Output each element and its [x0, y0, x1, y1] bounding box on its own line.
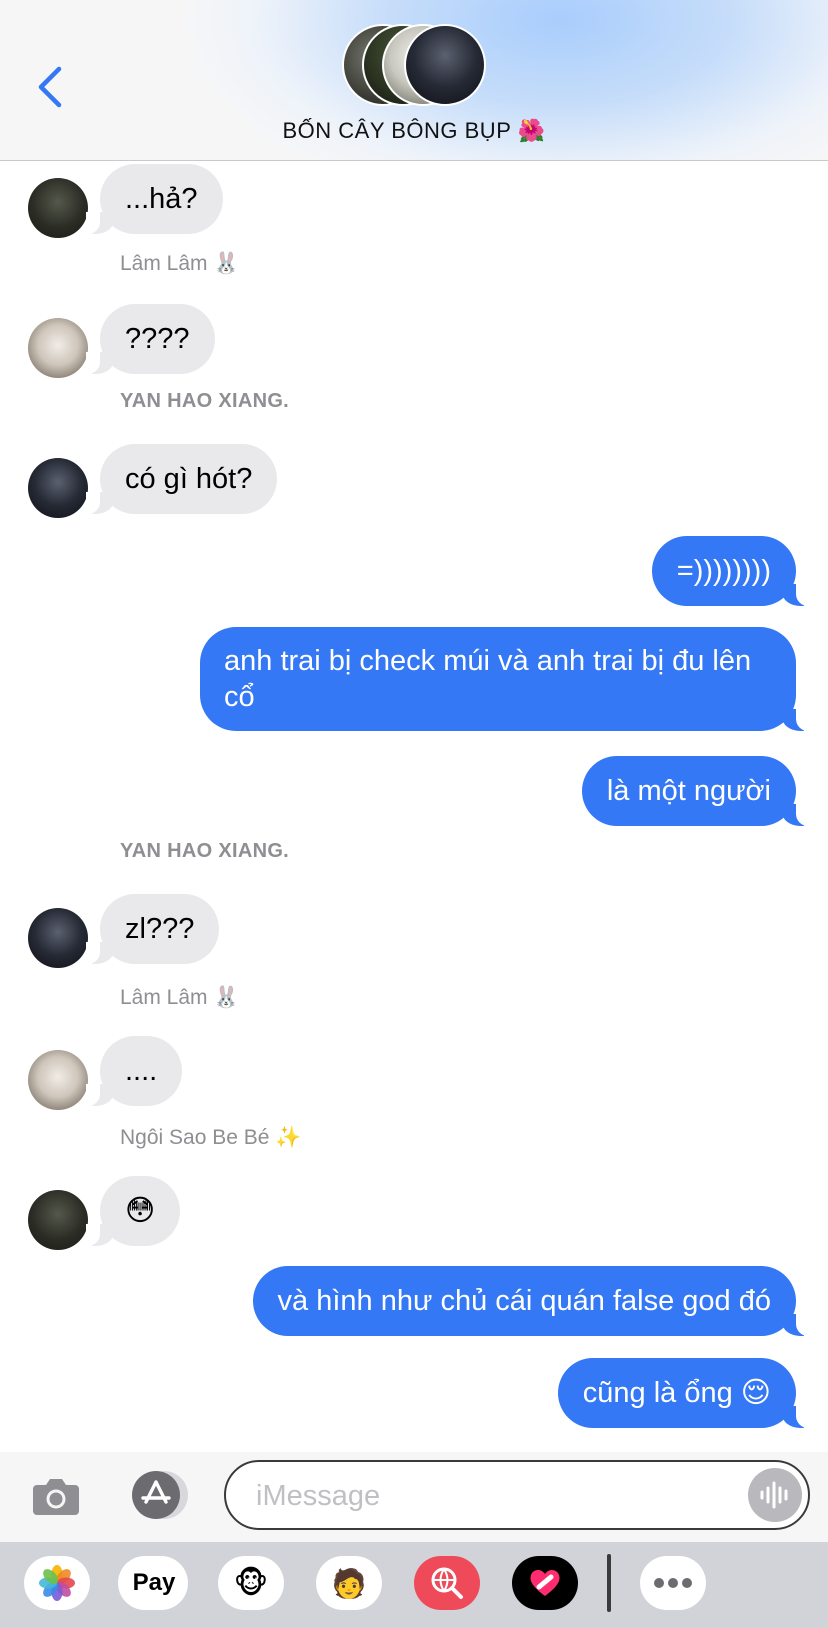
- globe-search-icon: [431, 1567, 463, 1599]
- waveform-icon: [760, 1481, 788, 1509]
- images-search-app-button[interactable]: [414, 1556, 480, 1610]
- group-member-avatar: [404, 24, 486, 106]
- sender-avatar[interactable]: [28, 458, 88, 518]
- app-store-button[interactable]: [126, 1468, 190, 1522]
- sender-name: Lâm Lâm 🐰: [120, 986, 240, 1009]
- drawer-divider: [607, 1554, 611, 1612]
- sender-avatar[interactable]: [28, 318, 88, 378]
- group-avatar-stack[interactable]: [342, 24, 488, 108]
- camera-icon: [33, 1479, 79, 1515]
- chevron-left-icon: [38, 66, 62, 108]
- incoming-message-bubble[interactable]: ????: [86, 304, 215, 374]
- voice-record-button[interactable]: [748, 1468, 802, 1522]
- sender-avatar[interactable]: [28, 178, 88, 238]
- outgoing-message-bubble[interactable]: là một người: [581, 756, 811, 826]
- sender-avatar[interactable]: [28, 1050, 88, 1110]
- outgoing-message-bubble[interactable]: anh trai bị check múi và anh trai bị đu …: [200, 627, 810, 731]
- more-apps-button[interactable]: [640, 1556, 706, 1610]
- group-name[interactable]: BỐN CÂY BÔNG BỤP 🌺: [0, 118, 828, 144]
- app-drawer: Pay 🐵 🧑: [0, 1542, 828, 1628]
- camera-button[interactable]: [28, 1470, 84, 1522]
- memoji-app-button[interactable]: 🐵: [218, 1556, 284, 1610]
- sender-avatar[interactable]: [28, 1190, 88, 1250]
- memoji-stickers-icon: 🧑: [331, 1567, 367, 1599]
- sender-name: YAN HAO XIANG.: [120, 840, 290, 862]
- photos-icon: [39, 1565, 75, 1601]
- incoming-message-bubble[interactable]: 😳: [85, 1176, 181, 1246]
- sender-avatar[interactable]: [28, 908, 88, 968]
- outgoing-message-bubble[interactable]: cũng là ổng 😌: [557, 1358, 811, 1428]
- app-store-icon: [132, 1471, 188, 1519]
- sender-name: Lâm Lâm 🐰: [120, 252, 240, 275]
- apple-pay-app-button[interactable]: Pay: [118, 1556, 188, 1610]
- apple-pay-label: Pay: [132, 1569, 176, 1596]
- outgoing-message-bubble[interactable]: =)))))))): [651, 536, 811, 606]
- photos-app-button[interactable]: [24, 1556, 90, 1610]
- monkey-icon: 🐵: [233, 1566, 269, 1600]
- conversation-header: BỐN CÂY BÔNG BỤP 🌺: [0, 0, 828, 161]
- more-icon: [654, 1578, 692, 1588]
- memoji-stickers-app-button[interactable]: 🧑: [316, 1556, 382, 1610]
- sender-name: YAN HAO XIANG.: [120, 390, 290, 412]
- outgoing-message-bubble[interactable]: và hình như chủ cái quán false god đó: [252, 1266, 811, 1336]
- back-button[interactable]: [30, 62, 70, 112]
- sender-name: Ngôi Sao Be Bé ✨: [120, 1126, 302, 1149]
- incoming-message-bubble[interactable]: có gì hót?: [85, 444, 278, 514]
- compose-bar: [0, 1452, 828, 1542]
- message-list[interactable]: ...hả? Lâm Lâm 🐰 ???? YAN HAO XIANG. có …: [0, 160, 828, 1452]
- message-input-field[interactable]: [224, 1460, 810, 1530]
- incoming-message-bubble[interactable]: ....: [85, 1036, 183, 1106]
- incoming-message-bubble[interactable]: zl???: [85, 894, 220, 964]
- digital-touch-app-button[interactable]: [512, 1556, 578, 1610]
- message-input[interactable]: [254, 1472, 718, 1520]
- heart-icon: [530, 1569, 560, 1596]
- incoming-message-bubble[interactable]: ...hả?: [86, 164, 223, 234]
